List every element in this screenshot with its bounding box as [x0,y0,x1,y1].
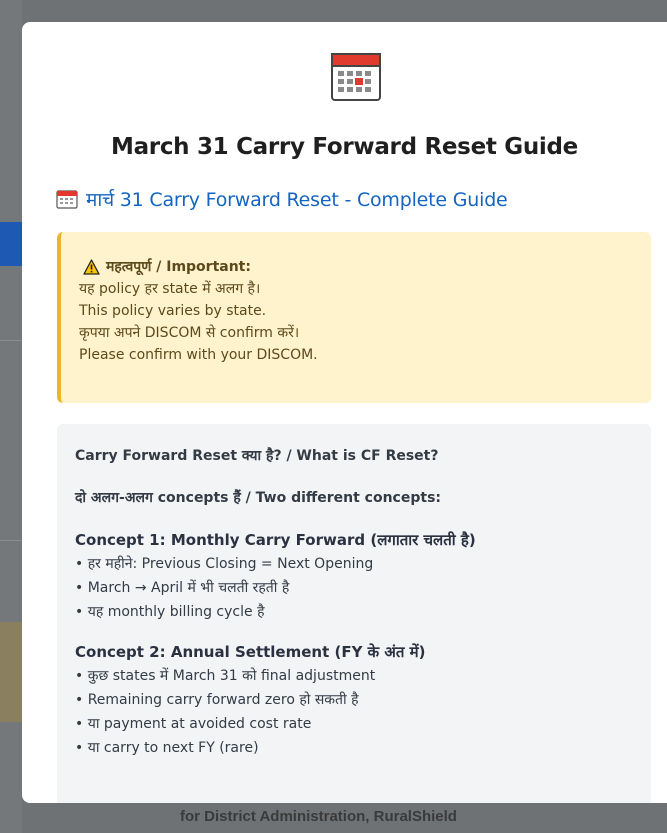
guide-content: Carry Forward Reset क्या है? / What is C… [57,424,651,803]
list-item: • यह monthly billing cycle है [75,604,265,620]
calendar-icon [331,53,381,101]
warning-line: This policy varies by state. [79,303,267,319]
warning-heading: महत्वपूर्ण / Important: [83,256,631,278]
background-header-bar [0,222,22,266]
content-question: दो अलग-अलग concepts हैं / Two different … [75,490,442,506]
list-item: • कुछ states में March 31 को final adjus… [75,668,376,684]
warning-line: यह policy हर state में अलग है। [79,281,261,297]
list-item: • March → April में भी चलती रहती है [75,580,290,596]
list-item: • या carry to next FY (rare) [75,740,259,756]
modal-title: March 31 Carry Forward Reset Guide [111,134,578,160]
warning-icon [83,259,100,275]
background-divider [0,340,22,341]
warning-line: कृपया अपने DISCOM से confirm करें। [79,325,300,341]
background-divider [0,540,22,541]
guide-link[interactable]: मार्च 31 Carry Forward Reset - Complete … [56,186,508,212]
warning-line: Please confirm with your DISCOM. [79,347,318,363]
guide-link-text[interactable]: मार्च 31 Carry Forward Reset - Complete … [86,186,508,212]
guide-modal: March 31 Carry Forward Reset Guide मार्च… [22,22,667,803]
concept-title: Concept 1: Monthly Carry Forward (लगातार… [75,531,476,549]
calendar-icon [56,190,78,209]
content-question: Carry Forward Reset क्या है? / What is C… [75,448,439,464]
list-item: • हर महीने: Previous Closing = Next Open… [75,556,374,572]
warning-box: महत्वपूर्ण / Important: यह policy हर sta… [57,232,651,403]
warning-heading-text: महत्वपूर्ण / Important: [106,259,251,275]
list-item: • Remaining carry forward zero हो सकती ह… [75,692,359,708]
background-panel [0,622,22,722]
background-text: for District Administration, RuralShield [180,808,457,825]
list-item: • या payment at avoided cost rate [75,716,312,732]
concept-title: Concept 2: Annual Settlement (FY के अंत … [75,643,426,661]
